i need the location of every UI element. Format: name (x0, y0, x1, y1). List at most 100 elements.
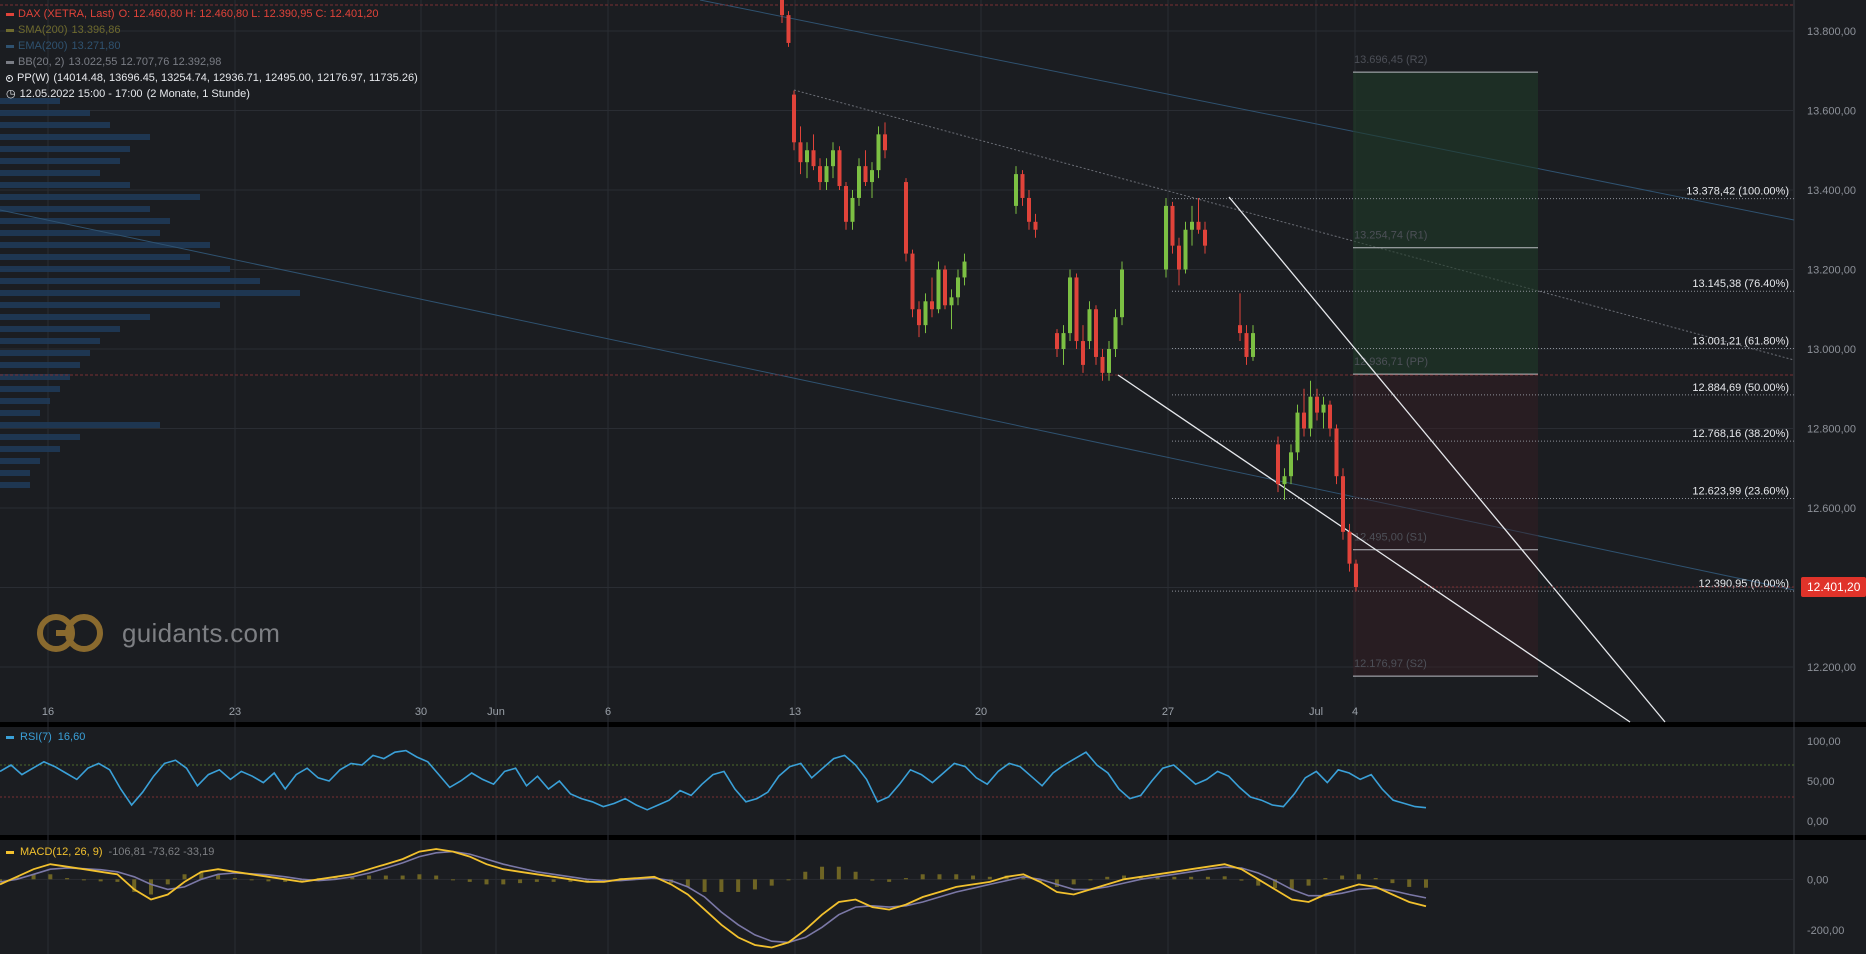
pivot-label: 13.696,45 (R2) (1354, 54, 1427, 66)
chart-canvas[interactable]: 12.200,00 12.600,00 12.800,00 13.000,00 13.2… (0, 0, 1866, 954)
candle-body (818, 166, 822, 183)
legend-ema[interactable]: EMA(200) 13.271,80 (6, 38, 418, 54)
pivot-label: 12.176,97 (S2) (1354, 658, 1427, 670)
volume-profile-bar (0, 170, 100, 176)
candle-body (1244, 333, 1249, 357)
macd-histogram-bar (232, 878, 237, 880)
candle-body (1014, 174, 1018, 206)
background (0, 0, 1866, 954)
y-tick-label: 13.800,00 (1807, 26, 1856, 38)
fib-label: 13.145,38 (76.40%) (1692, 278, 1789, 290)
candle-body (1308, 396, 1313, 429)
candle-body (844, 186, 848, 222)
candle-body (837, 150, 842, 187)
macd-histogram-bar (1172, 876, 1177, 880)
volume-profile-bar (0, 254, 190, 260)
pivot-zone-upper (1353, 72, 1538, 375)
macd-histogram-bar (400, 875, 405, 880)
volume-profile-bar (0, 110, 90, 116)
rsi-tick-label: 100,00 (1807, 736, 1841, 748)
candle-body (1113, 317, 1118, 349)
macd-tick-label: 0,00 (1807, 874, 1828, 886)
macd-histogram-bar (752, 879, 757, 890)
macd-histogram-bar (836, 866, 841, 880)
volume-profile-bar (0, 194, 200, 200)
macd-histogram-bar (1239, 879, 1244, 881)
pivot-values: (14014.48, 13696.45, 13254.74, 12936.71,… (53, 72, 418, 84)
macd-histogram-bar (1088, 879, 1093, 881)
volume-profile-bar (0, 134, 150, 140)
candle-body (1033, 221, 1038, 230)
volume-profile-bar (0, 218, 170, 224)
candle-body (1341, 476, 1345, 532)
macd-histogram-bar (870, 879, 875, 881)
x-tick-label: 16 (42, 706, 54, 718)
fib-label: 12.768,16 (38.20%) (1692, 428, 1789, 440)
macd-histogram-bar (501, 879, 506, 885)
macd-histogram-bar (249, 879, 254, 881)
macd-title: MACD(12, 26, 9) (20, 846, 103, 858)
pane-separator (0, 835, 1866, 840)
macd-histogram-bar (903, 878, 908, 880)
macd-histogram-bar (48, 874, 53, 880)
guidants-logo: guidants.com (36, 612, 280, 654)
candle-body (962, 261, 967, 278)
macd-histogram-bar (518, 879, 523, 884)
chart-legend: DAX (XETRA, Last) O: 12.460,80 H: 12.460… (6, 6, 418, 102)
macd-histogram-bar (81, 879, 86, 881)
candle-body (943, 269, 947, 306)
macd-histogram-bar (1323, 878, 1328, 880)
macd-histogram-bar (1356, 874, 1361, 880)
legend-pivot[interactable]: PP(W) (14014.48, 13696.45, 13254.74, 129… (6, 70, 418, 86)
fib-label: 13.001,21 (61.80%) (1692, 336, 1789, 348)
rsi-tick-label: 0,00 (1807, 816, 1828, 828)
ohlc-values: O: 12.460,80 H: 12.460,80 L: 12.390,95 C… (118, 8, 379, 20)
macd-histogram-bar (1071, 879, 1076, 885)
macd-histogram-bar (484, 879, 489, 885)
rsi-legend[interactable]: RSI(7) 16,60 (6, 731, 85, 743)
sma-value: 13.396,86 (71, 24, 121, 36)
macd-histogram-bar (887, 879, 892, 882)
y-tick-label: 12.600,00 (1807, 503, 1856, 515)
bb-label: BB(20, 2) (18, 56, 65, 68)
volume-profile-bar (0, 362, 80, 368)
logo-text: guidants.com (122, 617, 281, 648)
macd-legend[interactable]: MACD(12, 26, 9) -106,81 -73,62 -33,19 (6, 846, 214, 858)
volume-profile-bar (0, 314, 150, 320)
legend-sma[interactable]: SMA(200) 13.396,86 (6, 22, 418, 38)
macd-histogram-bar (1373, 878, 1378, 880)
ema-swatch (6, 44, 14, 48)
fib-label: 12.884,69 (50.00%) (1692, 382, 1789, 394)
candle-body (1020, 174, 1025, 198)
macd-histogram-bar (182, 874, 187, 880)
last-price-label: 12.401,20 (1807, 580, 1861, 594)
fib-label: 12.623,99 (23.60%) (1692, 485, 1789, 497)
legend-instrument[interactable]: DAX (XETRA, Last) O: 12.460,80 H: 12.460… (6, 6, 418, 22)
candle-body (1027, 197, 1031, 222)
candle-body (1276, 444, 1280, 485)
volume-profile-bar (0, 338, 100, 344)
macd-histogram-bar (971, 875, 976, 880)
macd-histogram-bar (383, 875, 388, 880)
candle-body (917, 309, 921, 326)
macd-histogram-bar (1424, 879, 1428, 888)
legend-bb[interactable]: BB(20, 2) 13.022,55 12.707,76 12.392,98 (6, 54, 418, 70)
macd-histogram-bar (736, 879, 741, 892)
sma-label: SMA(200) (18, 24, 68, 36)
timeframe: (2 Monate, 1 Stunde) (146, 88, 250, 100)
candle-body (1328, 404, 1332, 429)
y-tick-label: 13.200,00 (1807, 265, 1856, 277)
pivot-label: PP(W) (17, 72, 50, 84)
volume-profile-bar (0, 398, 50, 404)
candle-body (1120, 269, 1124, 318)
pivot-label: 13.254,74 (R1) (1354, 230, 1427, 242)
volume-profile-bar (0, 386, 60, 392)
volume-profile-bar (0, 242, 210, 248)
candle-body (936, 269, 941, 310)
macd-tick-label: -200,00 (1807, 925, 1844, 937)
instrument-name: DAX (XETRA, Last) (18, 8, 115, 20)
macd-histogram-bar (65, 878, 70, 880)
volume-profile-bar (0, 470, 30, 476)
volume-profile-bar (0, 122, 110, 128)
macd-histogram-bar (1390, 879, 1395, 884)
